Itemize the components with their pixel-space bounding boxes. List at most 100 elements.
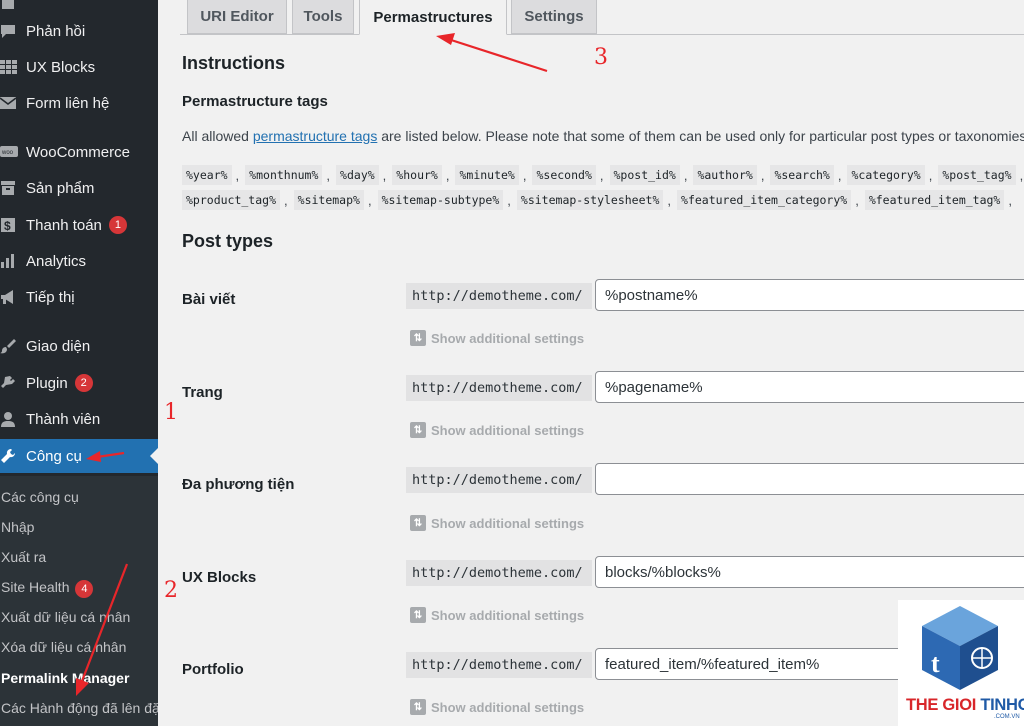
update-count-badge: 2 — [74, 374, 93, 392]
submenu-item-export[interactable]: Xuất ra — [1, 549, 46, 565]
tag-separator: , — [928, 167, 933, 183]
submenu-item-import[interactable]: Nhập — [1, 519, 34, 535]
toggle-settings-icon: ⇅ — [410, 330, 426, 346]
permastructure-tag: %year% — [182, 165, 232, 185]
svg-text:t: t — [931, 649, 940, 678]
sidebar-item-marketing[interactable]: Tiếp thị — [0, 280, 158, 314]
comment-icon — [0, 21, 26, 41]
woo-icon: woo — [0, 142, 26, 162]
mail-icon — [0, 93, 26, 113]
permastructure-tag: %search% — [770, 165, 834, 185]
megaphone-icon — [0, 287, 26, 307]
tag-separator: , — [326, 167, 331, 183]
tab-settings[interactable]: Settings — [511, 0, 597, 34]
submenu-item-site-health[interactable]: Site Health 4 — [1, 579, 94, 598]
watermark-part-2: TINHOC — [980, 696, 1024, 714]
sidebar-item-analytics[interactable]: Analytics — [0, 244, 158, 278]
svg-text:$: $ — [4, 219, 11, 233]
sidebar-item-ux-blocks[interactable]: UX Blocks — [0, 50, 158, 84]
sidebar-item-label: Công cụ — [26, 447, 82, 465]
sidebar-item-label: Phản hồi — [26, 22, 86, 40]
tag-separator: , — [1008, 192, 1012, 208]
tag-separator: , — [760, 167, 765, 183]
svg-text:woo: woo — [1, 150, 14, 156]
sidebar-item-label: Tiếp thị — [26, 288, 75, 306]
submenu-item-erase-personal-data[interactable]: Xóa dữ liệu cá nhân — [1, 639, 126, 655]
permastructure-tag: %featured_item_tag% — [864, 190, 1005, 210]
tag-separator: , — [522, 167, 527, 183]
sidebar-item-label: WooCommerce — [26, 143, 130, 161]
active-indicator — [150, 448, 158, 464]
show-additional-label: Show additional settings — [431, 699, 585, 715]
permastructure-input[interactable] — [595, 463, 1024, 495]
tools-submenu: Các công cụ Nhập Xuất ra Site Health 4 Xu… — [0, 476, 158, 726]
permastructure-tag: %category% — [847, 165, 925, 185]
sidebar-item-feedback[interactable]: Phản hồi — [0, 14, 158, 48]
show-additional-settings[interactable]: ⇅ Show additional settings — [410, 330, 584, 346]
tag-list-row-1: %year%, %monthnum%, %day%, %hour%, %minu… — [182, 165, 1024, 185]
sidebar-item-contact-form[interactable]: Form liên hệ — [0, 86, 158, 120]
instructions-heading: Instructions — [182, 53, 286, 73]
sidebar-item-appearance[interactable]: Giao diện — [0, 329, 158, 363]
tag-separator: , — [445, 167, 450, 183]
permastructure-input[interactable]: %pagename% — [595, 371, 1024, 403]
post-type-label: Đa phương tiện — [182, 476, 295, 493]
description-text: are listed below. Please note that some … — [377, 128, 1024, 144]
sidebar-item-label: Giao diện — [26, 337, 91, 355]
toggle-settings-icon: ⇅ — [410, 699, 426, 715]
show-additional-settings[interactable]: ⇅ Show additional settings — [410, 515, 584, 531]
permastructure-tag: %sitemap% — [293, 190, 364, 210]
url-prefix: http://demotheme.com/ — [406, 652, 592, 678]
description-text: All allowed — [182, 128, 253, 144]
admin-sidebar: Phản hồi UX Blocks Form liên hệ woo WooC… — [0, 0, 158, 726]
sidebar-item-label: Plugin — [26, 374, 68, 392]
permastructure-tag: %featured_item_category% — [677, 190, 852, 210]
sidebar-item-products[interactable]: Sản phẩm — [0, 171, 158, 205]
tag-separator: , — [667, 192, 672, 208]
show-additional-label: Show additional settings — [431, 422, 585, 438]
cube-logo-icon: t — [922, 606, 998, 690]
sidebar-item-label: Thanh toán — [26, 216, 102, 234]
submenu-item-scheduled-actions[interactable]: Các Hành động đã lên đặt — [1, 700, 158, 716]
url-prefix: http://demotheme.com/ — [406, 375, 592, 401]
url-prefix: http://demotheme.com/ — [406, 467, 592, 493]
toggle-settings-icon: ⇅ — [410, 515, 426, 531]
watermark-part-1: THE GIOI — [906, 696, 977, 714]
permastructure-tags-link[interactable]: permastructure tags — [253, 128, 378, 144]
tag-separator: , — [599, 167, 604, 183]
user-icon — [0, 409, 26, 429]
brush-icon — [0, 336, 26, 356]
submenu-item-permalink-manager[interactable]: Permalink Manager — [1, 670, 129, 686]
watermark-domain: .COM.VN — [994, 714, 1020, 720]
submenu-item-export-personal-data[interactable]: Xuất dữ liệu cá nhân — [1, 609, 130, 625]
show-additional-settings[interactable]: ⇅ Show additional settings — [410, 422, 584, 438]
sidebar-item-plugins[interactable]: Plugin 2 — [0, 366, 158, 400]
permastructure-tag: %author% — [693, 165, 757, 185]
partial-icon — [0, 0, 26, 13]
tag-separator: , — [507, 192, 511, 208]
tag-separator: , — [837, 167, 842, 183]
permastructure-tag: %second% — [532, 165, 596, 185]
show-additional-settings[interactable]: ⇅ Show additional settings — [410, 699, 584, 715]
sidebar-item-label: Analytics — [26, 252, 87, 270]
sidebar-item-users[interactable]: Thành viên — [0, 402, 158, 436]
post-type-label: Portfolio — [182, 661, 244, 678]
tab-permastructures[interactable]: Permastructures — [359, 0, 507, 35]
permastructure-tag: %post_id% — [609, 165, 680, 185]
sidebar-item-tools[interactable]: Công cụ — [0, 439, 158, 473]
permastructure-input[interactable]: %postname% — [595, 279, 1024, 311]
watermark-text: THE GIOI TINHOC — [906, 696, 1024, 715]
sidebar-item-payments[interactable]: $ Thanh toán 1 — [0, 208, 158, 242]
permastructure-tag: %post_tag% — [938, 165, 1016, 185]
submenu-item-available-tools[interactable]: Các công cụ — [1, 489, 79, 505]
submenu-item-label: Site Health — [1, 579, 70, 595]
url-prefix: http://demotheme.com/ — [406, 560, 592, 586]
tab-uri-editor[interactable]: URI Editor — [187, 0, 287, 34]
tag-separator: , — [284, 192, 288, 208]
permastructure-tag: %sitemap-subtype% — [377, 190, 504, 210]
permastructure-input[interactable]: blocks/%blocks% — [595, 556, 1024, 588]
tag-separator: , — [1019, 167, 1024, 183]
sidebar-item-woocommerce[interactable]: woo WooCommerce — [0, 135, 158, 169]
show-additional-settings[interactable]: ⇅ Show additional settings — [410, 607, 584, 623]
tab-tools[interactable]: Tools — [292, 0, 354, 34]
